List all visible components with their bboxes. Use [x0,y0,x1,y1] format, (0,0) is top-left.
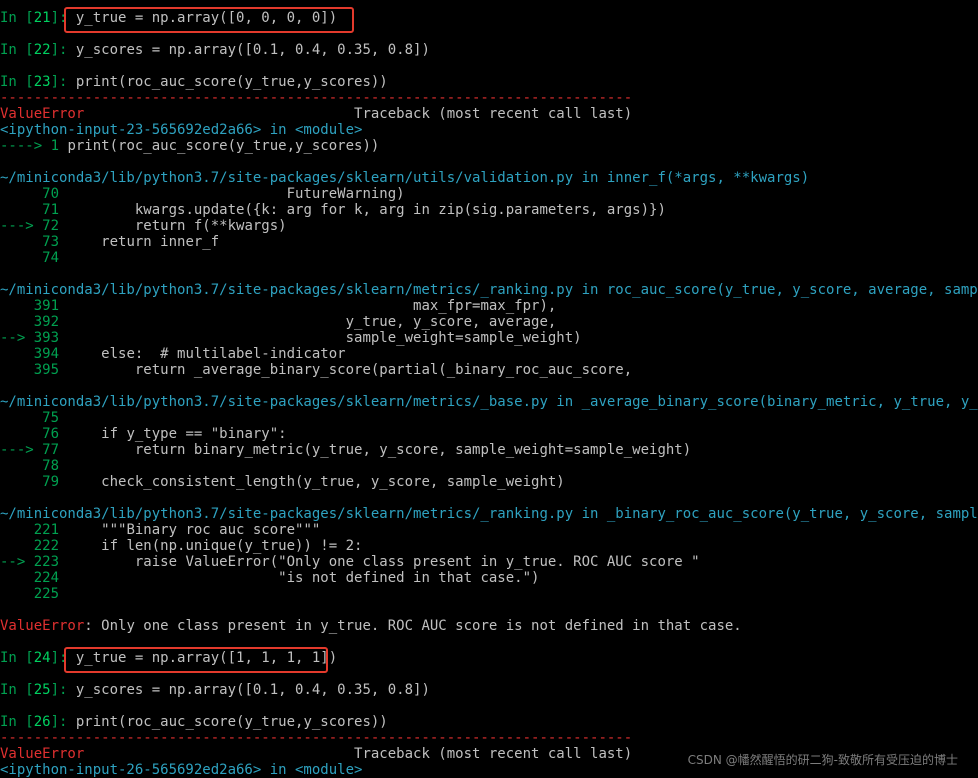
terminal-line: 394 else: # multilabel-indicator [0,346,346,362]
terminal-line: ----> 1 print(roc_auc_score(y_true,y_sco… [0,138,380,154]
terminal-line: ValueError: Only one class present in y_… [0,618,742,634]
terminal-line: ~/miniconda3/lib/python3.7/site-packages… [0,282,978,298]
terminal-line: 391 max_fpr=max_fpr), [0,298,557,314]
terminal-line: ----------------------------------------… [0,730,633,746]
terminal-line: In [23]: print(roc_auc_score(y_true,y_sc… [0,74,388,90]
terminal-line: 221 """Binary roc auc score""" [0,522,321,538]
terminal-line: In [22]: y_scores = np.array([0.1, 0.4, … [0,42,430,58]
terminal-line: 224 "is not defined in that case.") [0,570,540,586]
terminal-line: <ipython-input-23-565692ed2a66> in <modu… [0,122,363,138]
terminal-line: 392 y_true, y_score, average, [0,314,557,330]
terminal-line: 75 [0,410,60,426]
terminal-line: 225 [0,586,60,602]
terminal-line: ~/miniconda3/lib/python3.7/site-packages… [0,394,978,410]
terminal-line: 73 return inner_f [0,234,220,250]
terminal-line: 79 check_consistent_length(y_true, y_sco… [0,474,565,490]
terminal-line: 78 [0,458,60,474]
terminal-line: In [25]: y_scores = np.array([0.1, 0.4, … [0,682,430,698]
terminal-line: ~/miniconda3/lib/python3.7/site-packages… [0,170,810,186]
terminal-line: ---> 72 return f(**kwargs) [0,218,287,234]
terminal-line: --> 393 sample_weight=sample_weight) [0,330,582,346]
terminal-line: ----------------------------------------… [0,90,633,106]
terminal-line: In [26]: print(roc_auc_score(y_true,y_sc… [0,714,388,730]
terminal-line: 71 kwargs.update({k: arg for k, arg in z… [0,202,666,218]
terminal-line: 395 return _average_binary_score(partial… [0,362,633,378]
highlight-box-in-21 [64,7,354,33]
terminal-line: ValueError Traceback (most recent call l… [0,106,633,122]
highlight-box-in-24 [64,647,328,673]
watermark: CSDN @幡然醒悟的研二狗-致敬所有受压迫的博士 [687,753,958,767]
terminal-line: 74 [0,250,60,266]
terminal-line: 222 if len(np.unique(y_true)) != 2: [0,538,363,554]
terminal-line: ~/miniconda3/lib/python3.7/site-packages… [0,506,978,522]
terminal-line: ---> 77 return binary_metric(y_true, y_s… [0,442,692,458]
terminal-line: --> 223 raise ValueError("Only one class… [0,554,700,570]
terminal-line: 70 FutureWarning) [0,186,405,202]
terminal-line: 76 if y_type == "binary": [0,426,287,442]
